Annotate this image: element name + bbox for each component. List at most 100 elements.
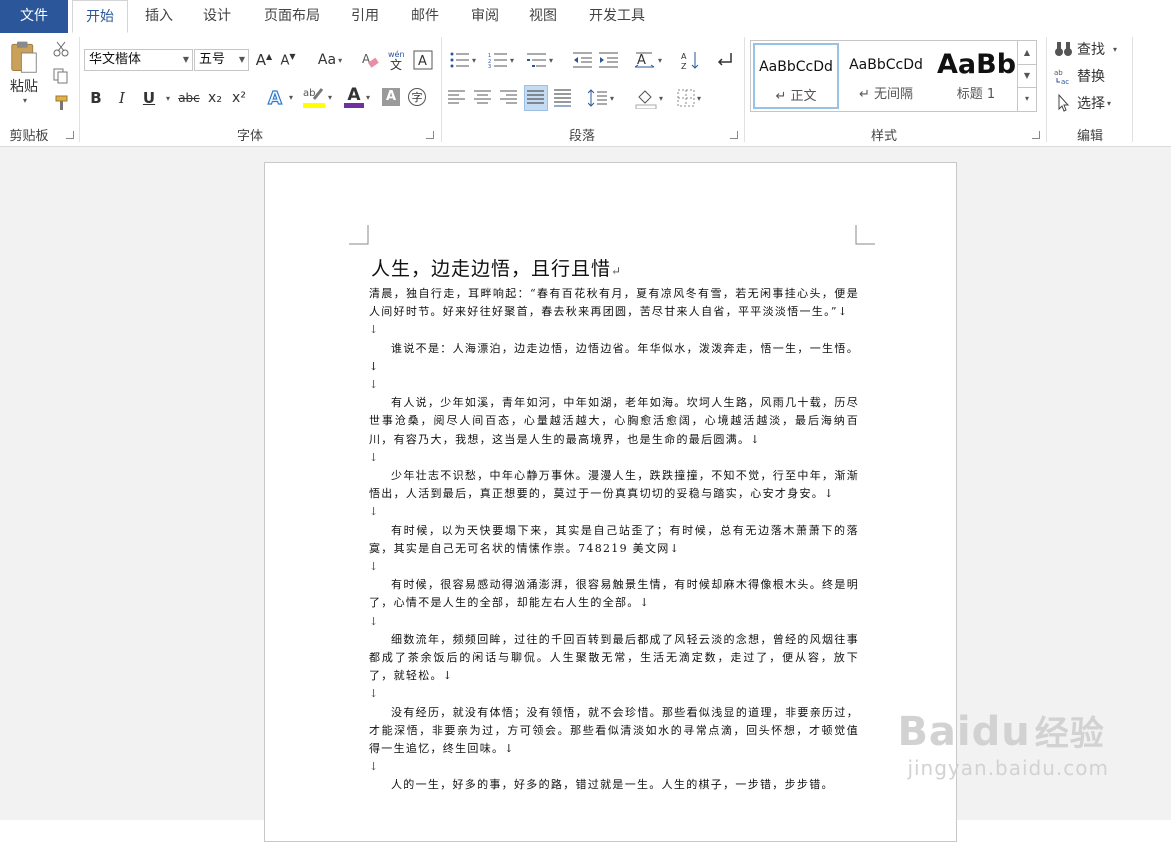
svg-text:A: A [418,54,427,69]
show-paragraph-marks-button[interactable] [714,49,736,71]
align-center-icon [474,90,491,104]
text-effects-button[interactable]: A ▾ [264,85,294,109]
clipboard-launcher-icon[interactable] [66,131,74,139]
document-page[interactable]: 人生，边走边悟，且行且惜↵ 清晨，独自行走，耳畔响起：“春有百花秋有月，夏有凉风… [264,162,957,842]
tab-insert[interactable]: 插入 [134,0,184,33]
baidu-jingyan-watermark: Baidu 经验 jingyan.baidu.com [897,710,1109,780]
replace-label: 替换 [1077,69,1105,85]
group-divider [1046,37,1047,142]
chinese-layout-icon: A [634,52,655,68]
chevron-down-icon: ▾ [1113,44,1118,54]
superscript-button[interactable]: x² [229,87,249,109]
justify-button[interactable] [524,85,548,111]
find-label: 查找 [1077,42,1105,58]
tab-page-layout[interactable]: 页面布局 [252,0,332,33]
chevron-down-icon: ▾ [22,96,27,105]
distributed-button[interactable] [552,87,574,109]
phonetic-guide-icon: wén文 [388,49,405,71]
style-no-spacing[interactable]: AaBbCcDd ↵ 无间隔 [843,43,929,109]
watermark-url: jingyan.baidu.com [907,756,1109,780]
document-title[interactable]: 人生，边走边悟，且行且惜↵ [371,254,622,281]
paragraph-launcher-icon[interactable] [730,131,738,139]
bullets-button[interactable]: ▾ [446,50,480,70]
increase-indent-button[interactable] [598,50,620,70]
character-border-button[interactable]: A [412,49,434,71]
tab-design[interactable]: 设计 [192,0,242,33]
shading-button[interactable]: ▾ [632,86,666,110]
font-launcher-icon[interactable] [426,131,434,139]
decrease-indent-button[interactable] [572,50,594,70]
document-body[interactable]: 清晨，独自行走，耳畔响起：“春有百花秋有月，夏有凉风冬有雪，若无闲事挂心头，便是… [369,285,859,795]
enclosed-character-icon: 字 [408,88,426,106]
select-button[interactable]: 选择 ▾ [1054,92,1126,114]
tab-developer[interactable]: 开发工具 [578,0,656,33]
line-spacing-button[interactable]: ▾ [584,87,618,109]
numbering-button[interactable]: 1 2 3 ▾ [484,50,518,70]
chevron-down-icon: ▾ [548,55,553,65]
shrink-font-button[interactable]: A▼ [278,50,298,70]
character-shading-button[interactable]: A [380,86,402,108]
empty-paragraph: ↓ [369,323,380,337]
gallery-scroll-up[interactable]: ▲ [1017,41,1036,65]
cut-button[interactable] [50,39,72,59]
paste-label: 粘贴 [10,79,38,95]
svg-text:ab: ab [1054,69,1063,77]
chinese-layout-button[interactable]: A ▾ [632,49,664,71]
format-painter-button[interactable] [50,93,72,113]
document-paragraph: 有时候，很容易感动得汹涌澎湃，很容易触景生情，有时候却麻木得像根木头。终是明了，… [369,578,859,610]
style-preview: AaBb [937,49,1017,80]
replace-button[interactable]: ab ac 替换 [1054,65,1126,87]
font-color-letter: A [347,84,361,105]
tab-view[interactable]: 视图 [518,0,568,33]
document-paragraph: 人的一生，好多的事，好多的路，错过就是一生。人生的棋子，一步错，步步错。 [391,778,834,792]
sort-button[interactable]: AZ [680,49,702,71]
style-name: 标题 1 [956,87,996,102]
strikethrough-button[interactable]: abc [177,87,201,109]
clipboard-paste-icon [11,41,37,73]
tab-references[interactable]: 引用 [340,0,390,33]
styles-launcher-icon[interactable] [1032,131,1040,139]
replace-icon: abac [1054,69,1069,85]
phonetic-guide-button[interactable]: wén 文 [386,48,408,72]
chevron-down-icon: ▾ [327,92,332,102]
multilevel-list-button[interactable]: ▾ [522,50,558,70]
underline-button[interactable]: U [138,87,160,109]
document-paragraph: 有时候，以为天快要塌下来，其实是自己站歪了；有时候，总有无边落木萧萧下的落寞，其… [369,523,859,555]
tab-file[interactable]: 文件 [0,0,68,33]
grow-font-button[interactable]: A▲ [254,50,274,70]
change-case-button[interactable]: Aa ▾ [312,50,348,70]
align-left-button[interactable] [446,87,468,109]
borders-button[interactable]: ▾ [672,86,706,110]
tab-home[interactable]: 开始 [72,0,128,33]
paste-button[interactable]: 粘贴 ▾ [4,39,44,105]
font-color-button[interactable]: A ▾ [340,85,374,109]
italic-button[interactable]: I [112,87,132,109]
character-border-icon: A [413,50,433,70]
tab-review[interactable]: 审阅 [460,0,510,33]
empty-paragraph: ↓ [369,559,380,573]
font-name-combo[interactable]: 华文楷体 ▼ [84,49,193,71]
paragraph-group-label: 段落 [568,129,595,144]
align-right-button[interactable] [498,87,520,109]
copy-button[interactable] [50,66,72,86]
gallery-more[interactable]: ▾ [1017,87,1036,111]
empty-paragraph: ↓ [369,378,380,391]
style-normal[interactable]: AaBbCcDd ↵ 正文 [753,43,839,109]
gallery-scroll-down[interactable]: ▼ [1017,64,1036,88]
font-size-combo[interactable]: 五号 ▼ [194,49,249,71]
align-center-button[interactable] [472,87,494,109]
multilevel-list-icon [526,53,546,67]
style-name: ↵ 正文 [775,89,817,104]
style-heading-1[interactable]: AaBb 标题 1 [933,43,1019,109]
underline-dropdown[interactable]: ▾ [161,87,173,109]
tab-mailings[interactable]: 邮件 [400,0,450,33]
subscript-button[interactable]: x₂ [205,87,225,109]
text-highlight-button[interactable]: ab ▾ [300,85,334,109]
enclose-characters-button[interactable]: 字 [406,86,428,108]
bold-button[interactable]: B [86,87,106,109]
group-divider [441,37,442,142]
find-button[interactable]: 查找 ▾ [1054,38,1126,60]
clear-formatting-button[interactable]: A [360,50,382,70]
chevron-down-icon: ▾ [338,55,343,65]
document-area: 人生，边走边悟，且行且惜↵ 清晨，独自行走，耳畔响起：“春有百花秋有月，夏有凉风… [0,147,1171,842]
